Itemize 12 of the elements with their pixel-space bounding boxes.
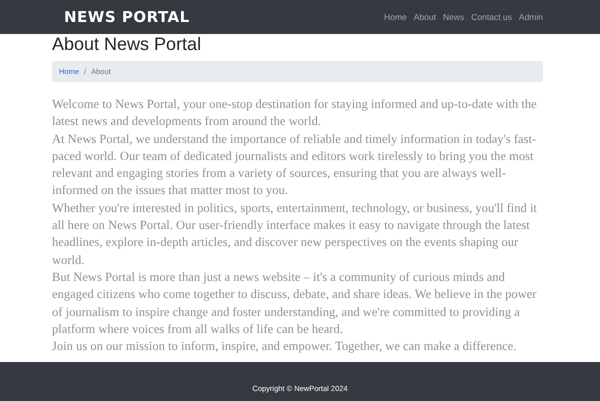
nav-link[interactable]: News	[443, 12, 464, 22]
paragraph: At News Portal, we understand the importance of reliable and timely information in today's fast-paced world. Our team of dedicated journalists and editors work tirelessly to bring you the most relevant and engaging stories from a variety of sources, ensuring that you are always well-informed on the issues that matter most to you.	[52, 130, 538, 200]
brand-logo[interactable]: NEWS PORTAL	[64, 8, 190, 26]
nav-link[interactable]: Contact us	[471, 12, 512, 22]
paragraph: Join us on our mission to inform, inspire, and empower. Together, we can make a difference.	[52, 338, 518, 356]
nav-link[interactable]: Admin	[518, 12, 543, 22]
nav-link[interactable]: About	[414, 12, 436, 22]
page-title: About News Portal	[52, 34, 202, 54]
nav-link[interactable]: Home	[384, 12, 407, 22]
paragraph: Whether you're interested in politics, sports, entertainment, technology, or business, you'll find it all here on News Portal. Our user-friendly interface makes it easy to navigate through the latest headlines, explore in-depth articles, and discover new perspectives on the events shaping our world.	[52, 200, 538, 269]
paragraph: Welcome to News Portal, your one-stop destination for staying informed and up-to-date with the latest news and developments from around the world.	[52, 96, 538, 130]
paragraph: But News Portal is more than just a news website – it's a community of curious minds and engaged citizens who come together to discuss, debate, and share ideas. We believe in the power of journalism to inspire change and foster understanding, and we're committed to providing a platform where voices from all walks of life can be heard.	[52, 268, 538, 338]
